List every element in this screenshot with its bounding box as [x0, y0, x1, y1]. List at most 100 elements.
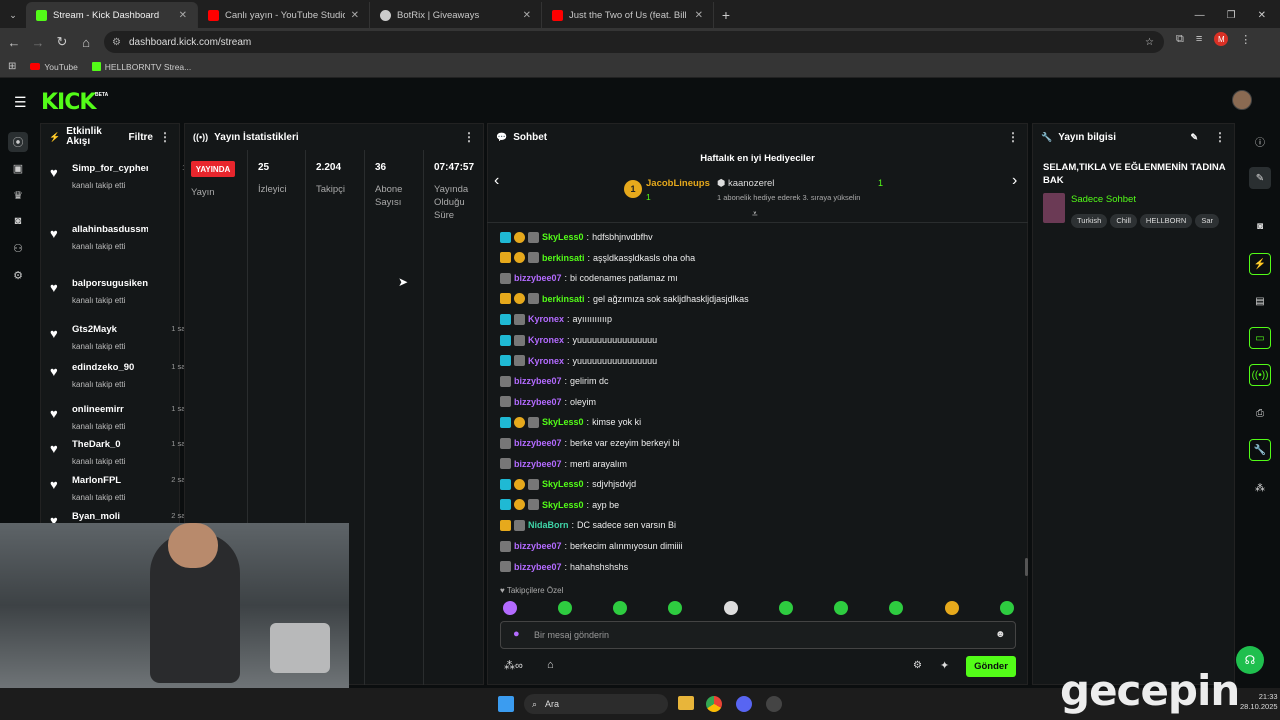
close-window-icon[interactable]: ✕ — [1258, 10, 1266, 21]
home-icon[interactable]: ⌂ — [74, 30, 98, 54]
gifter2[interactable]: ⬢ kaanozerel — [717, 178, 774, 189]
bookmark-youtube[interactable]: YouTube — [30, 62, 78, 72]
profile-avatar[interactable]: M — [1214, 32, 1229, 46]
chat-username[interactable]: SkyLess0 — [542, 479, 584, 489]
chat-username[interactable]: bizzybee07 — [514, 541, 562, 551]
emote-icon[interactable] — [834, 601, 848, 615]
store-icon[interactable]: ⌂ — [547, 659, 554, 671]
chat-message[interactable]: Kyronex: yuuuuuuuuuuuuuuuu — [500, 333, 657, 347]
chat-message[interactable]: berkinsati: gel ağzımıza sok sakljdhasklj… — [500, 292, 749, 306]
chat-message[interactable]: bizzybee07: oleyim — [500, 395, 596, 409]
chat-username[interactable]: bizzybee07 — [514, 273, 562, 283]
new-tab-button[interactable]: + — [714, 2, 738, 28]
users-icon[interactable]: ⚇ — [8, 238, 28, 258]
chat-username[interactable]: Kyronex — [528, 314, 564, 324]
discord-icon[interactable] — [736, 696, 752, 712]
chat-message[interactable]: bizzybee07: merti arayalım — [500, 457, 627, 471]
obs-icon[interactable] — [766, 696, 782, 712]
gifters-prev-icon[interactable]: ‹ — [494, 172, 499, 190]
settings-icon[interactable]: ⚙ — [8, 265, 28, 285]
microphone-icon[interactable]: ● — [513, 628, 520, 640]
chrome-icon[interactable] — [706, 696, 722, 712]
bookmark-hellborntv[interactable]: HELLBORNTV Strea... — [91, 62, 191, 72]
menu-icon[interactable]: ⋮ — [1240, 33, 1251, 46]
taskbar-search[interactable]: ⌕ Ara — [524, 694, 668, 714]
camera-shortcut-icon[interactable]: ◙ — [1249, 215, 1271, 237]
emote-icon[interactable] — [945, 601, 959, 615]
apps-grid-icon[interactable]: ⊞ — [8, 61, 16, 72]
user-avatar[interactable] — [1232, 90, 1252, 110]
chat-username[interactable]: SkyLess0 — [542, 232, 584, 242]
tab-botrix[interactable]: BotRix | Giveaways ✕ — [370, 2, 542, 28]
hamburger-menu-icon[interactable]: ☰ — [14, 94, 27, 111]
chat-username[interactable]: SkyLess0 — [542, 417, 584, 427]
emote-icon[interactable] — [668, 601, 682, 615]
media-icon[interactable]: ≡ — [1196, 33, 1202, 45]
chat-menu-icon[interactable]: ⋮ — [1007, 130, 1019, 144]
forward-icon[interactable]: → — [26, 30, 50, 54]
bolt-shortcut-icon[interactable]: ⚡ — [1249, 253, 1271, 275]
edit-stream-icon[interactable]: ✎ — [1249, 167, 1271, 189]
chat-username[interactable]: bizzybee07 — [514, 562, 562, 572]
close-tab-icon[interactable]: ✕ — [695, 10, 703, 21]
extensions-icon[interactable]: ⧉ — [1176, 33, 1184, 46]
chat-shortcut-icon[interactable]: ▭ — [1249, 327, 1271, 349]
category-name[interactable]: Sadece Sohbet — [1071, 194, 1136, 205]
address-bar[interactable]: ⚙ dashboard.kick.com/stream ☆ — [104, 31, 1164, 53]
activity-menu-icon[interactable]: ⋮ — [159, 130, 171, 144]
close-tab-icon[interactable]: ✕ — [523, 10, 531, 21]
chat-username[interactable]: Kyronex — [528, 356, 564, 366]
kick-logo[interactable]: KICK — [41, 90, 96, 115]
chat-username[interactable]: berkinsati — [542, 294, 585, 304]
chat-message[interactable]: bizzybee07: hahahshshshs — [500, 560, 628, 574]
chat-settings-icon[interactable]: ⚙ — [913, 660, 922, 671]
restore-icon[interactable]: ❐ — [1227, 10, 1236, 21]
trophy-icon[interactable]: ♛ — [8, 185, 28, 205]
support-chat-icon[interactable]: ☊ — [1236, 646, 1264, 674]
emote-icon[interactable] — [779, 601, 793, 615]
tab-youtube-music[interactable]: Just the Two of Us (feat. Bill Wi… ✕ — [542, 2, 714, 28]
edit-icon[interactable]: ✎ — [1190, 132, 1198, 143]
info-icon[interactable]: ⓘ — [1249, 130, 1271, 152]
site-info-icon[interactable]: ⚙ — [112, 37, 121, 48]
stream-icon[interactable]: ⦿ — [8, 132, 28, 152]
category-thumbnail[interactable] — [1043, 193, 1065, 223]
chat-message[interactable]: bizzybee07: gelirim dc — [500, 374, 609, 388]
emote-icon[interactable] — [1000, 601, 1014, 615]
filter-button[interactable]: Filtre — [129, 132, 153, 143]
chat-message[interactable]: SkyLess0: ayp be — [500, 498, 619, 512]
chat-username[interactable]: bizzybee07 — [514, 376, 562, 386]
wrench-shortcut-icon[interactable]: 🔧 — [1249, 439, 1271, 461]
chat-username[interactable]: SkyLess0 — [542, 500, 584, 510]
chat-message[interactable]: Kyronex: yuuuuuuuuuuuuuuuu — [500, 354, 657, 368]
print-icon[interactable]: ⎙ — [1249, 402, 1271, 424]
gifters-next-icon[interactable]: › — [1012, 172, 1017, 190]
reload-icon[interactable]: ↻ — [50, 30, 74, 54]
close-tab-icon[interactable]: ✕ — [179, 10, 187, 21]
minimize-icon[interactable]: — — [1195, 10, 1205, 21]
chat-message[interactable]: bizzybee07: berke var ezeyim berkeyi bi — [500, 436, 680, 450]
top-gifter-name[interactable]: JacobLineups — [646, 178, 710, 189]
chat-message[interactable]: NidaBorn: DC sadece sen varsın Bi — [500, 518, 676, 532]
broadcast-shortcut-icon[interactable]: ((•)) — [1249, 364, 1271, 386]
back-icon[interactable]: ← — [2, 30, 26, 54]
tab-search-icon[interactable]: ⌄ — [0, 2, 26, 28]
emoji-icon[interactable]: ☻ — [995, 629, 1006, 640]
chat-message[interactable]: bizzybee07: bi codenames patlamaz mı — [500, 271, 678, 285]
chat-message[interactable]: berkinsati: aşşldkasşldkasls oha oha — [500, 251, 695, 265]
chat-username[interactable]: bizzybee07 — [514, 397, 562, 407]
emote-icon[interactable] — [613, 601, 627, 615]
apps-icon[interactable]: ⁂ — [1249, 477, 1271, 499]
emote-icon[interactable] — [558, 601, 572, 615]
chat-message[interactable]: SkyLess0: hdfsbhjnvdbfhv — [500, 230, 653, 244]
stats-menu-icon[interactable]: ⋮ — [463, 130, 475, 144]
collapse-icon[interactable]: ⩡ — [752, 209, 758, 220]
chat-message[interactable]: Kyronex: ayııııııııııp — [500, 312, 612, 326]
chat-input[interactable]: ● Bir mesaj gönderin ☻ — [500, 621, 1016, 649]
chat-message[interactable]: SkyLess0: sdjvhjsdvjd — [500, 477, 636, 491]
chat-message[interactable]: SkyLess0: kimse yok ki — [500, 415, 641, 429]
bot-icon[interactable]: ✦ — [940, 659, 949, 672]
emote-icon[interactable] — [724, 601, 738, 615]
tab-kick-dashboard[interactable]: Stream - Kick Dashboard ✕ — [26, 2, 198, 28]
send-button[interactable]: Gönder — [966, 656, 1016, 677]
